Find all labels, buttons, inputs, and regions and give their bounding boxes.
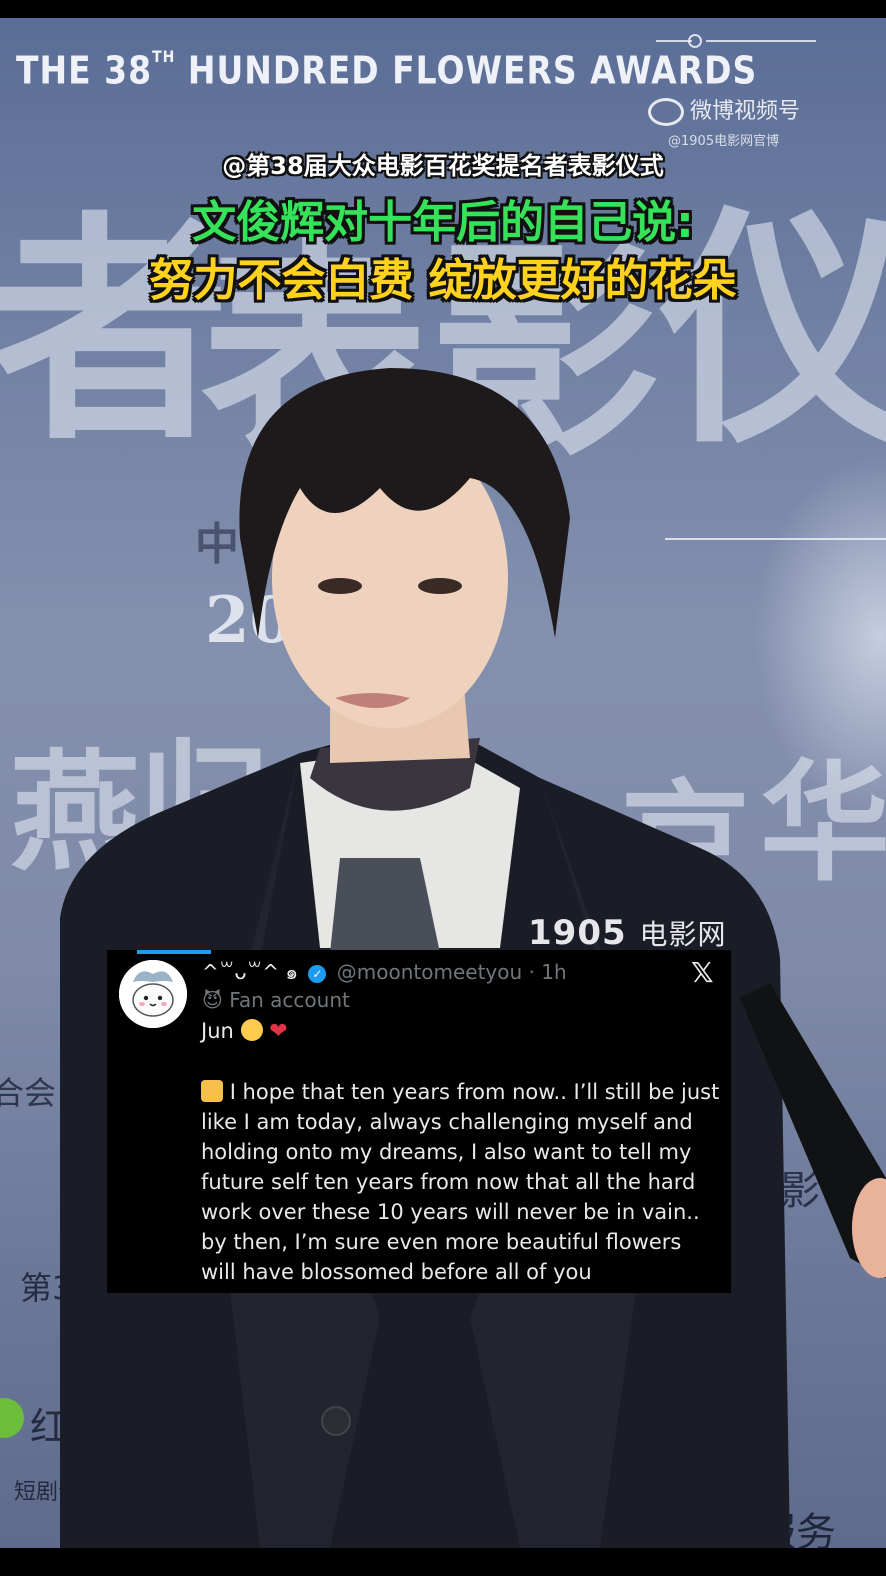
pleading-face-icon	[240, 1019, 263, 1041]
timestamp[interactable]: 1h	[541, 960, 566, 984]
verified-icon: ✓	[308, 964, 327, 983]
x-logo-icon[interactable]: 𝕏	[691, 956, 714, 989]
video-frame[interactable]: 者 表 影 仪 燕 归 京 华 中 20 THE 38TH HUNDRED FL…	[0, 18, 886, 1548]
bottom-black-bar	[0, 1548, 886, 1576]
watermark-1905: 1905 电影网	[528, 913, 727, 953]
display-name[interactable]: ^꒳ᴗ꒳^ ๑	[202, 960, 298, 984]
red-heart-icon: ❤	[269, 1019, 288, 1044]
account-label: 😈 Fan account	[202, 988, 350, 1012]
avatar[interactable]	[119, 960, 187, 1028]
tweet-text: Jun ❤ I hope that ten years from now.. I…	[201, 1016, 721, 1287]
tweet-progress-bar	[137, 950, 211, 954]
separator: ·	[528, 960, 535, 984]
caption-subheadline: 努力不会白费 绽放更好的花朵	[149, 255, 737, 306]
caption-event: @第38届大众电影百花奖提名者表影仪式	[222, 152, 664, 180]
mask-icon: 😈	[202, 988, 223, 1012]
chiikawa-avatar-icon	[119, 960, 187, 1028]
caption-headline: 文俊辉对十年后的自己说:	[192, 197, 694, 248]
tweet-header: ^꒳ᴗ꒳^ ๑ ✓ @moontomeetyou · 1h	[202, 956, 567, 988]
handle[interactable]: @moontomeetyou	[337, 960, 522, 984]
top-black-bar	[0, 0, 886, 18]
tweet-line: Jun ❤	[201, 1019, 288, 1044]
tweet-quote: I hope that ten years from now.. I’ll st…	[201, 1080, 720, 1284]
cat-face-icon	[201, 1080, 223, 1102]
tweet-card[interactable]: ^꒳ᴗ꒳^ ๑ ✓ @moontomeetyou · 1h 𝕏 😈 Fan ac…	[107, 950, 731, 1293]
